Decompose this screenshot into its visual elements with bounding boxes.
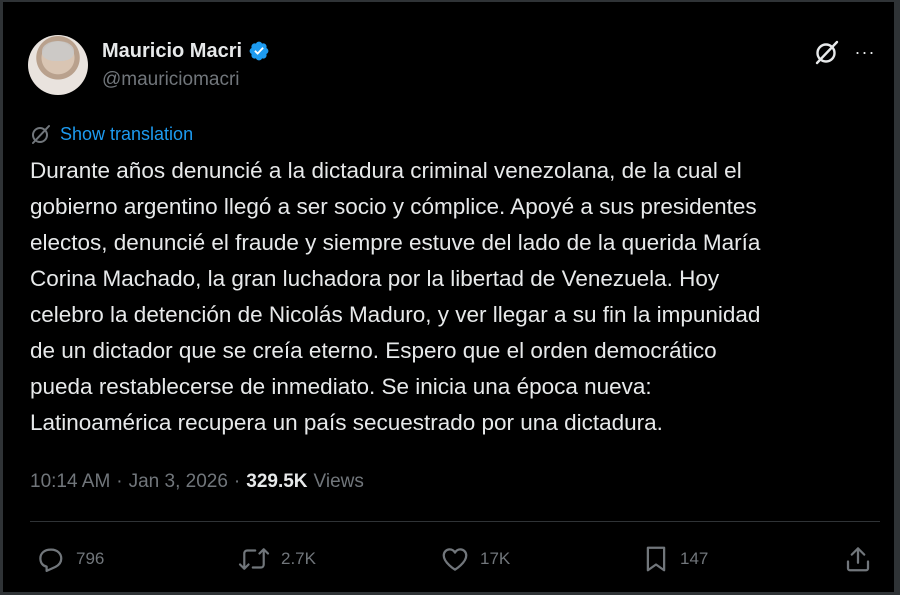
- bookmark-button[interactable]: 147: [642, 543, 708, 575]
- tweet-meta: 10:14 AM · Jan 3, 2026 · 329.5K Views: [30, 469, 364, 495]
- reply-count: 796: [76, 549, 105, 568]
- heart-icon: [442, 548, 468, 571]
- like-button[interactable]: 17K: [440, 543, 510, 575]
- views-label: Views: [313, 471, 364, 492]
- share-icon: [846, 547, 870, 572]
- tweet-text-line: gobierno argentino llegó a ser socio y c…: [30, 194, 757, 219]
- meta-separator: ·: [233, 471, 241, 492]
- verified-badge-icon[interactable]: [248, 40, 270, 62]
- globe-slash-icon: [32, 125, 50, 144]
- avatar[interactable]: [28, 35, 88, 95]
- grok-slash-icon: [815, 40, 839, 65]
- actions-divider: [30, 521, 880, 522]
- tweet-text: Durante años denuncié a la dictadura cri…: [30, 153, 880, 441]
- meta-separator: ·: [116, 471, 123, 492]
- author-name-row: Mauricio Macri: [102, 38, 270, 64]
- tweet-text-line: Durante años denuncié a la dictadura cri…: [30, 158, 742, 183]
- tweet-time[interactable]: 10:14 AM: [30, 471, 110, 493]
- reply-icon: [39, 548, 63, 572]
- repost-count: 2.7K: [281, 549, 316, 568]
- bookmark-count: 147: [680, 549, 709, 568]
- views-count: 329.5K: [246, 471, 308, 492]
- reply-button[interactable]: 796: [36, 543, 104, 575]
- frame-right-border: [894, 0, 900, 595]
- like-count: 17K: [480, 549, 511, 568]
- frame-left-border: [0, 0, 3, 595]
- tweet-text-line: pueda restablecerse de inmediato. Se ini…: [30, 374, 652, 399]
- repost-button[interactable]: 2.7K: [237, 543, 316, 575]
- tweet-text-line: Latinoamérica recupera un país secuestra…: [30, 410, 663, 435]
- frame-top-border: [0, 0, 900, 2]
- show-translation-link[interactable]: Show translation: [30, 122, 193, 146]
- tweet-text-line: celebro la detención de Nicolás Maduro, …: [30, 302, 761, 327]
- show-translation-label: Show translation: [60, 123, 194, 144]
- more-horizontal-icon: ···: [854, 41, 876, 62]
- more-button[interactable]: ···: [850, 38, 880, 66]
- tweet-date[interactable]: Jan 3, 2026: [129, 471, 228, 493]
- bookmark-icon: [646, 546, 666, 572]
- grok-button[interactable]: [812, 38, 842, 66]
- author-handle[interactable]: @mauriciomacri: [102, 69, 240, 91]
- repost-icon: [238, 548, 270, 570]
- tweet-text-line: electos, denuncié el fraude y siempre es…: [30, 230, 761, 255]
- tweet-text-line: de un dictador que se creía eterno. Espe…: [30, 338, 717, 363]
- display-name[interactable]: Mauricio Macri: [102, 40, 242, 63]
- share-button[interactable]: [843, 543, 873, 575]
- tweet-text-line: Corina Machado, la gran luchadora por la…: [30, 266, 720, 291]
